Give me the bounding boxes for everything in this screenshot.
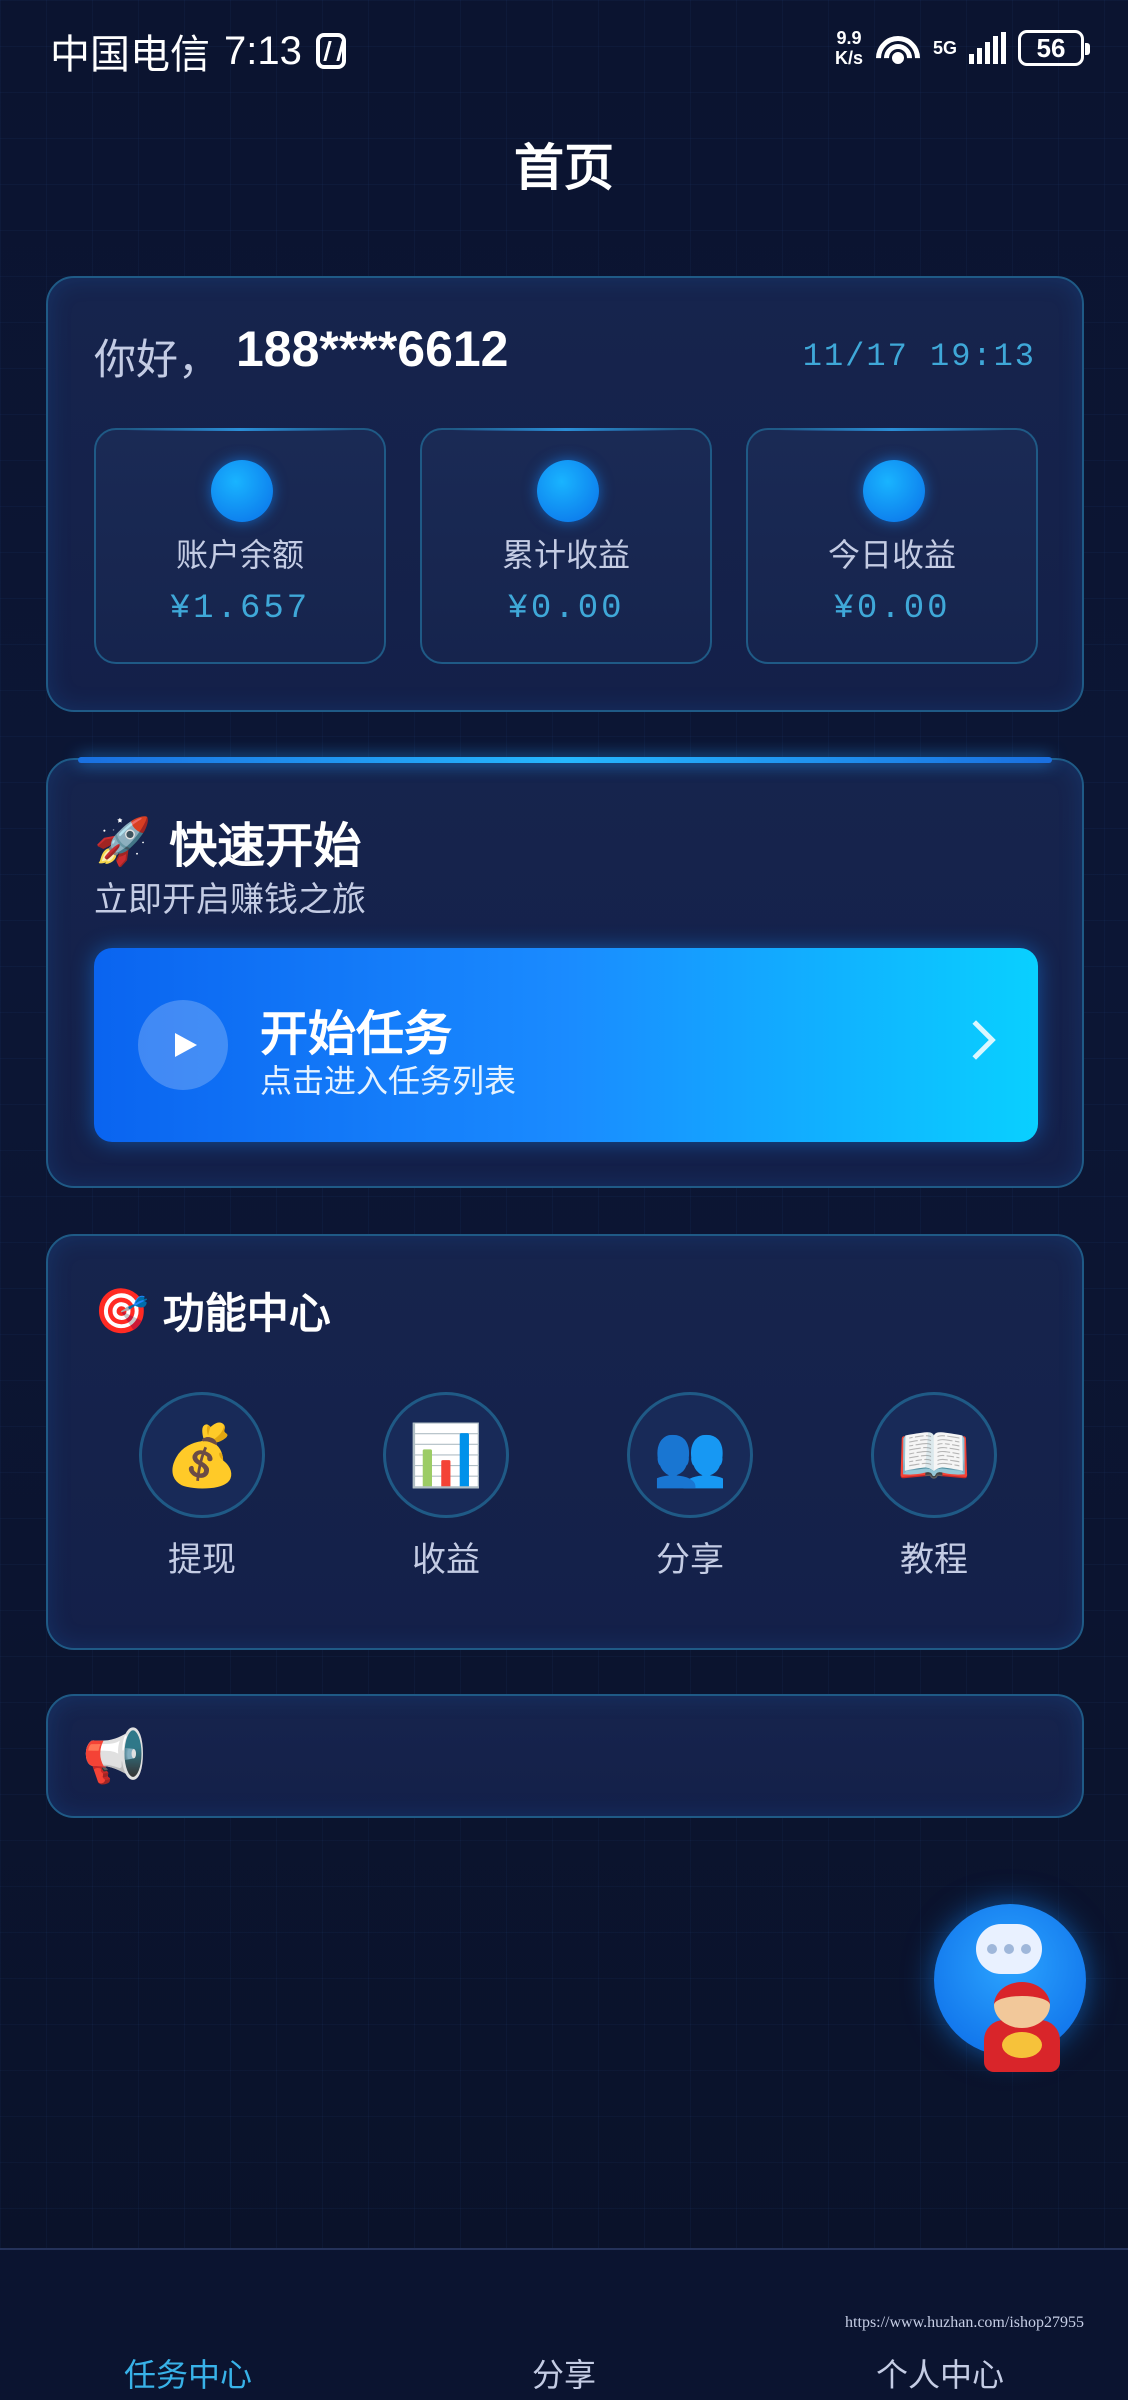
rocket-icon: 🚀 <box>94 813 152 868</box>
network-type: 5G <box>932 38 957 58</box>
net-speed-value: 9.9 <box>836 28 862 48</box>
signal-icon <box>969 32 1006 64</box>
stat-label: 账户余额 <box>175 536 304 574</box>
function-label: 收益 <box>412 1540 480 1580</box>
book-icon: 📖 <box>871 1392 997 1518</box>
battery-icon: 56 <box>1018 30 1090 66</box>
quick-start-card: 🚀 快速开始 立即开启赚钱之旅 开始任务 点击进入任务列表 <box>46 757 1084 1188</box>
carrier-label: 中国电信 <box>50 33 210 77</box>
quick-start-subtitle: 立即开启赚钱之旅 <box>94 880 366 920</box>
wifi-icon <box>874 30 921 66</box>
play-icon <box>138 1000 228 1090</box>
stat-today-earnings[interactable]: 今日收益 ¥0.00 <box>746 428 1038 664</box>
money-bag-icon: 💰 <box>139 1392 265 1518</box>
customer-service-button[interactable] <box>934 1904 1086 2072</box>
function-withdraw[interactable]: 💰 提现 <box>122 1392 282 1582</box>
function-label: 提现 <box>168 1540 236 1580</box>
start-task-title: 开始任务 <box>260 1006 453 1062</box>
quick-start-header: 🚀 快速开始 <box>94 806 361 876</box>
start-task-button[interactable]: 开始任务 点击进入任务列表 <box>94 948 1038 1142</box>
bottom-nav: https://www.huzhan.com/ishop27955 任务中心 分… <box>0 2248 1128 2400</box>
stat-dot-icon <box>863 460 925 522</box>
nav-profile[interactable]: 个人中心 <box>790 2350 1090 2396</box>
clock: 7:13 <box>224 28 302 73</box>
phone-number: 188****6612 <box>236 321 509 377</box>
bar-chart-icon: 📊 <box>383 1392 509 1518</box>
stat-value: ¥0.00 <box>507 590 625 628</box>
mascot-icon <box>974 1974 1094 2074</box>
net-speed: 9.9 K/s <box>835 28 863 68</box>
net-speed-unit: K/s <box>834 48 863 68</box>
function-earnings[interactable]: 📊 收益 <box>366 1392 526 1582</box>
function-center-title: 功能中心 <box>162 1289 331 1338</box>
target-icon: 🎯 <box>94 1285 149 1337</box>
function-tutorial[interactable]: 📖 教程 <box>854 1392 1014 1582</box>
nav-share[interactable]: 分享 <box>414 2350 714 2396</box>
megaphone-icon: 📢 <box>82 1727 147 1787</box>
stat-balance[interactable]: 账户余额 ¥1.657 <box>94 428 386 664</box>
greeting-label: 你好， <box>94 335 221 384</box>
stat-dot-icon <box>537 460 599 522</box>
users-icon: 👥 <box>627 1392 753 1518</box>
start-task-subtitle: 点击进入任务列表 <box>260 1062 517 1100</box>
function-label: 教程 <box>900 1540 968 1580</box>
account-card: 你好， 188****6612 11/17 19:13 账户余额 ¥1.657 … <box>46 276 1084 712</box>
battery-level: 56 <box>1036 32 1066 63</box>
status-left: 中国电信 7:13 <box>50 22 346 80</box>
chevron-right-icon <box>956 1020 996 1060</box>
function-label: 分享 <box>656 1540 724 1580</box>
page-title: 首页 <box>514 139 614 197</box>
function-center-card: 🎯 功能中心 💰 提现 📊 收益 👥 分享 📖 教程 <box>46 1234 1084 1650</box>
stat-total-earnings[interactable]: 累计收益 ¥0.00 <box>420 428 712 664</box>
nav-task-center[interactable]: 任务中心 <box>38 2350 338 2396</box>
stat-label: 累计收益 <box>501 536 630 574</box>
chat-bubble-icon <box>976 1924 1042 1974</box>
datetime-label: 11/17 19:13 <box>802 338 1036 375</box>
notice-bar[interactable]: 📢 <box>46 1694 1084 1818</box>
status-right: 9.9 K/s 5G 56 <box>835 28 1090 68</box>
function-center-header: 🎯 功能中心 <box>94 1280 331 1341</box>
stat-label: 今日收益 <box>827 536 956 574</box>
nfc-icon <box>315 33 346 69</box>
watermark: https://www.huzhan.com/ishop27955 <box>845 2314 1084 2331</box>
status-bar: 中国电信 7:13 9.9 K/s 5G 56 <box>0 0 1128 98</box>
stat-value: ¥0.00 <box>833 590 951 628</box>
stat-value: ¥1.657 <box>169 590 311 628</box>
stat-dot-icon <box>211 460 273 522</box>
quick-start-title: 快速开始 <box>169 818 362 874</box>
function-share[interactable]: 👥 分享 <box>610 1392 770 1582</box>
